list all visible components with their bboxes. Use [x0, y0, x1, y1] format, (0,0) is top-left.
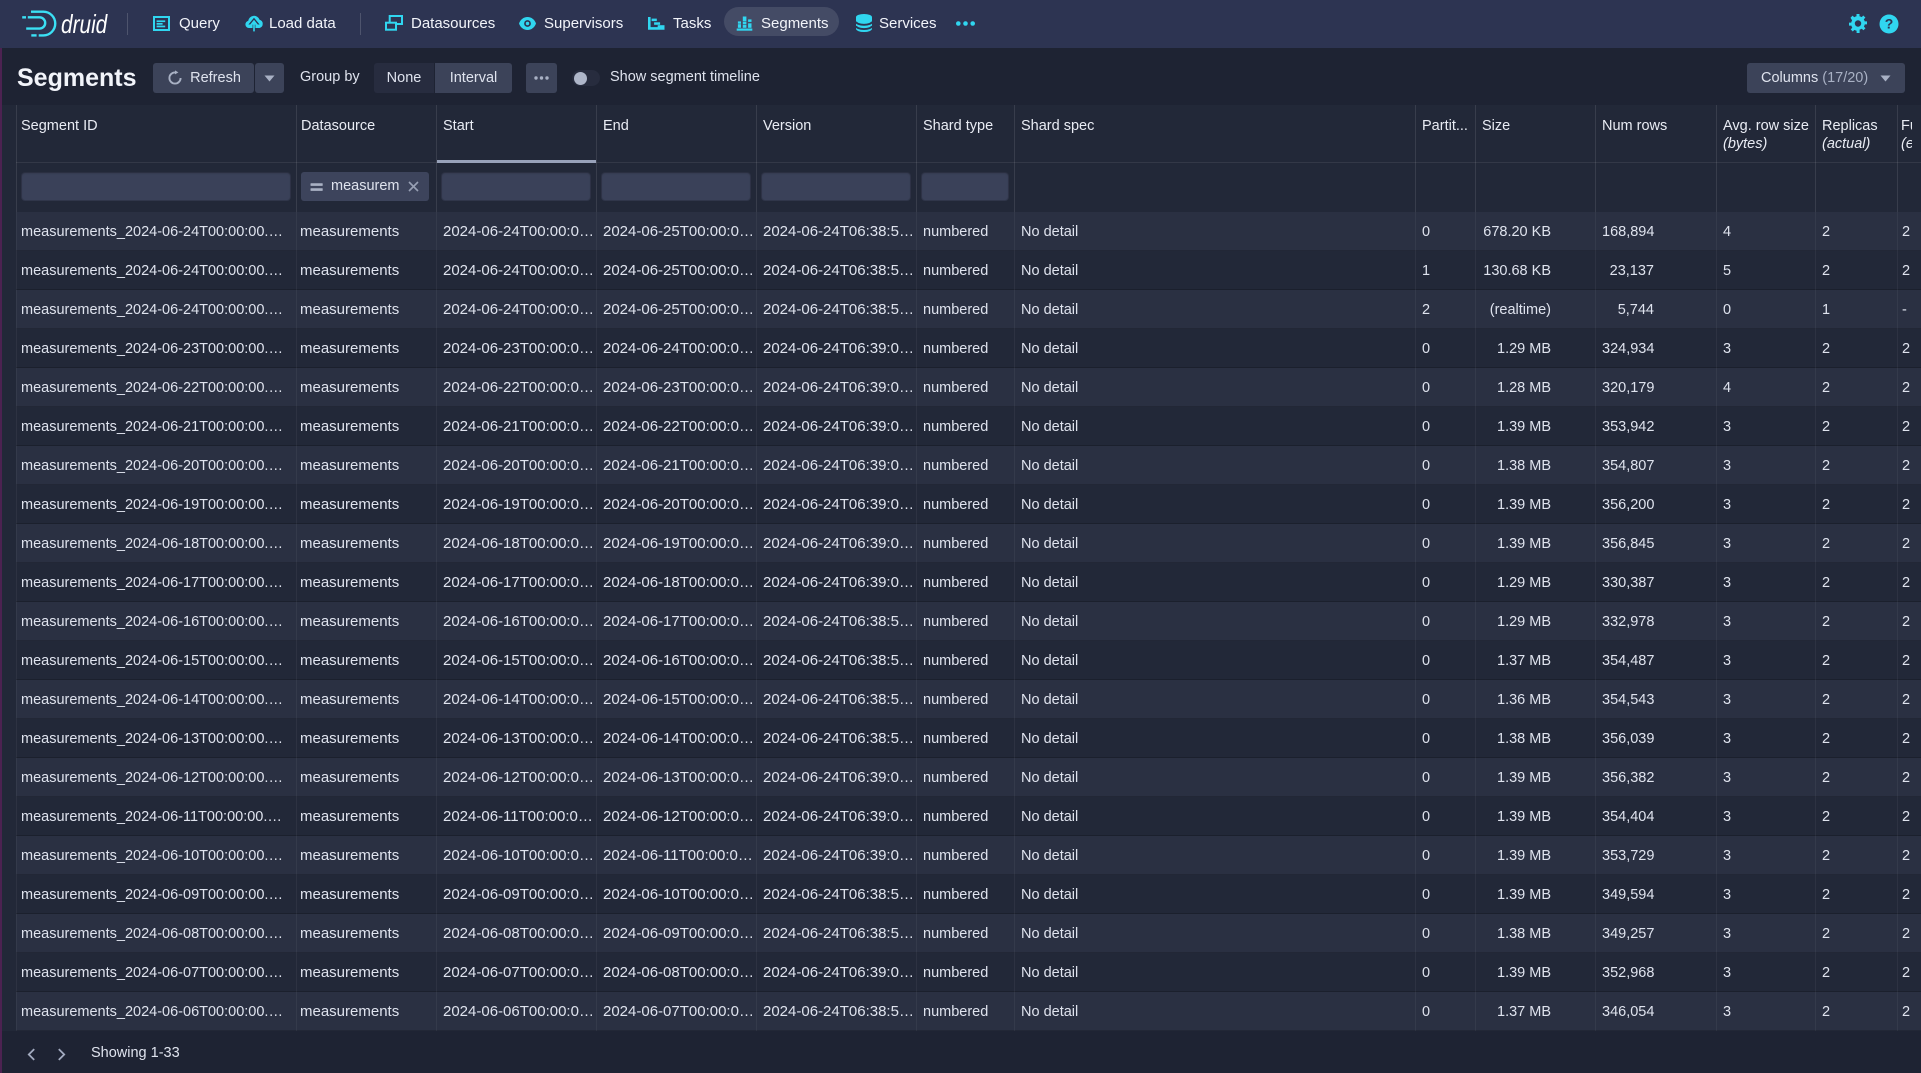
svg-text:?: ?	[1885, 16, 1894, 32]
